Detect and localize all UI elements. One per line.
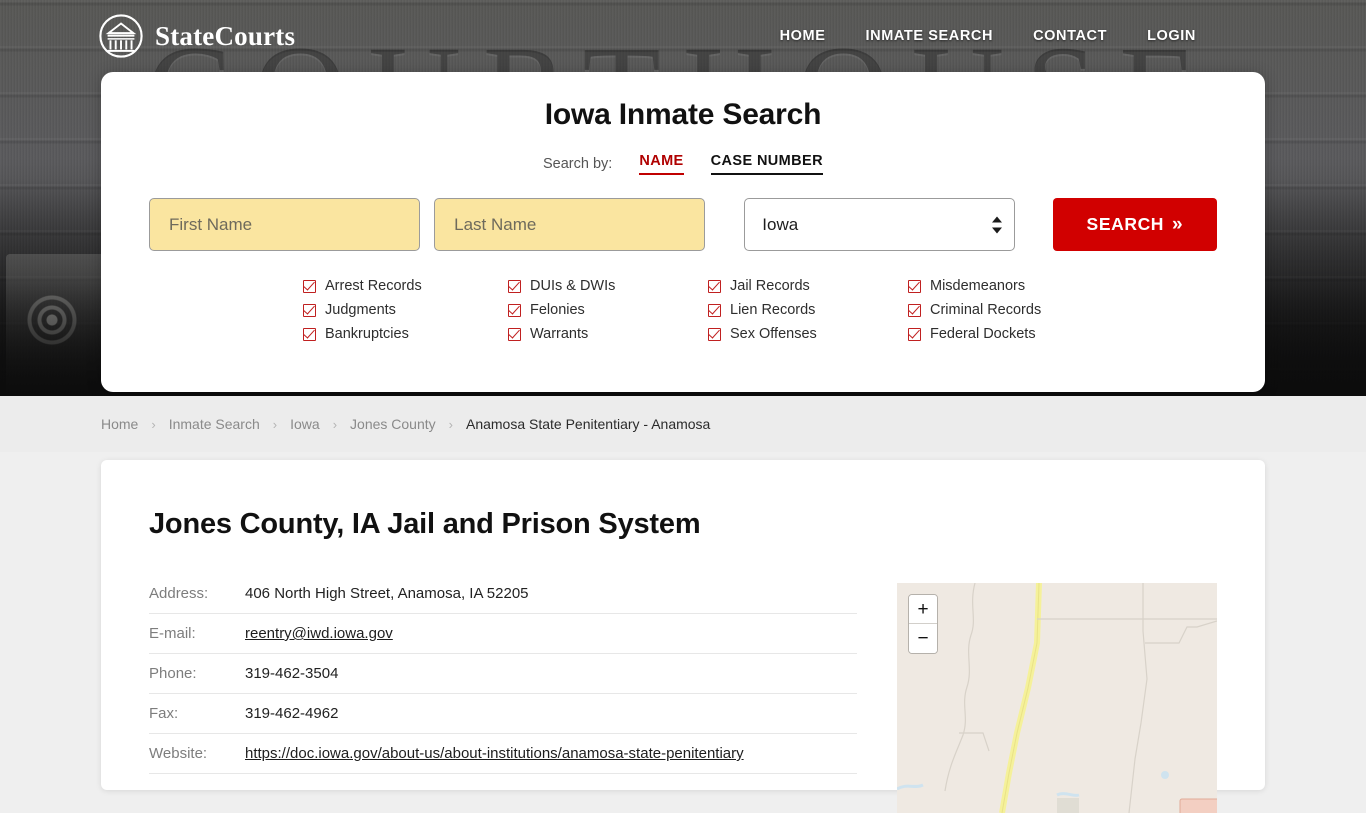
double-chevron-right-icon: » [1172, 214, 1184, 235]
table-row: Phone: 319-462-3504 [149, 654, 857, 694]
row-label: Phone: [149, 665, 197, 682]
courthouse-circle-icon [99, 14, 143, 58]
feature-item: Judgments [303, 301, 508, 319]
brand-logo[interactable]: StateCourts [98, 13, 295, 59]
checkbox-checked-icon [508, 327, 521, 341]
checkbox-checked-icon [303, 327, 316, 341]
page-title: Jones County, IA Jail and Prison System [149, 508, 701, 540]
facility-detail-card: Jones County, IA Jail and Prison System … [101, 460, 1265, 813]
feature-label: Criminal Records [930, 302, 1042, 318]
breadcrumb-item-inmate-search[interactable]: Inmate Search [169, 416, 260, 432]
row-value-fax: 319-462-4962 [245, 705, 339, 722]
checkbox-checked-icon [908, 303, 921, 317]
feature-label: Jail Records [730, 278, 810, 294]
last-name-input[interactable] [434, 198, 706, 251]
checkbox-checked-icon [508, 279, 521, 293]
feature-item: Warrants [508, 325, 708, 343]
row-value-phone: 319-462-3504 [245, 665, 339, 682]
breadcrumb-item-iowa[interactable]: Iowa [290, 416, 320, 432]
feature-item: Federal Dockets [908, 325, 1063, 343]
zoom-out-button[interactable]: − [909, 624, 937, 653]
table-row: Fax: 319-462-4962 [149, 694, 857, 734]
location-map[interactable]: + − [897, 583, 1217, 813]
table-row: E-mail: reentry@iwd.iowa.gov [149, 614, 857, 654]
main-nav: HOME INMATE SEARCH CONTACT LOGIN [760, 22, 1216, 50]
feature-label: Warrants [530, 326, 589, 342]
breadcrumb-separator-icon: › [332, 416, 338, 432]
breadcrumb-item-home[interactable]: Home [101, 416, 138, 432]
feature-label: Arrest Records [325, 278, 422, 294]
checkbox-checked-icon [303, 303, 316, 317]
search-card-title: Iowa Inmate Search [544, 98, 822, 131]
first-name-input[interactable] [149, 198, 421, 251]
row-label: Fax: [149, 705, 179, 722]
row-value-website-link[interactable]: https://doc.iowa.gov/about-us/about-inst… [245, 745, 744, 762]
top-navigation-bar: StateCourts HOME INMATE SEARCH CONTACT L… [0, 0, 1366, 72]
nav-item-login[interactable]: LOGIN [1127, 22, 1216, 50]
feature-item: Sex Offenses [708, 325, 908, 343]
tab-name[interactable]: NAME [639, 153, 684, 175]
feature-item: Bankruptcies [303, 325, 508, 343]
feature-item: Lien Records [708, 301, 908, 319]
feature-label: Felonies [530, 302, 585, 318]
breadcrumb-separator-icon: › [272, 416, 278, 432]
breadcrumb-item-current: Anamosa State Penitentiary - Anamosa [465, 416, 711, 432]
feature-item: Jail Records [708, 277, 908, 295]
row-value-address: 406 North High Street, Anamosa, IA 52205 [245, 585, 529, 602]
nav-item-home[interactable]: HOME [760, 22, 846, 50]
row-label: E-mail: [149, 625, 196, 642]
checkbox-checked-icon [708, 327, 721, 341]
row-value-email-link[interactable]: reentry@iwd.iowa.gov [245, 625, 393, 642]
feature-label: Misdemeanors [930, 278, 1026, 294]
search-form: Iowa SEARCH » [149, 198, 1218, 251]
tab-case-number[interactable]: CASE NUMBER [710, 153, 823, 175]
nav-item-inmate-search[interactable]: INMATE SEARCH [846, 22, 1014, 50]
checkbox-checked-icon [908, 279, 921, 293]
search-button[interactable]: SEARCH » [1052, 198, 1218, 251]
table-row: Address: 406 North High Street, Anamosa,… [149, 583, 857, 614]
feature-label: DUIs & DWIs [530, 278, 616, 294]
breadcrumb-separator-icon: › [448, 416, 453, 432]
feature-label: Federal Dockets [930, 326, 1036, 342]
checkbox-checked-icon [708, 303, 721, 317]
search-by-label: Search by: [543, 156, 613, 172]
state-select[interactable]: Iowa [744, 198, 1015, 251]
breadcrumb-item-jones-county[interactable]: Jones County [350, 416, 436, 432]
table-row: Website: https://doc.iowa.gov/about-us/a… [149, 734, 857, 774]
feature-label: Bankruptcies [325, 326, 409, 342]
zoom-in-button[interactable]: + [909, 595, 937, 624]
search-button-label: SEARCH [1086, 214, 1165, 234]
feature-label: Lien Records [730, 302, 816, 318]
row-label: Website: [149, 745, 208, 762]
checkbox-checked-icon [303, 279, 316, 293]
detail-body: Address: 406 North High Street, Anamosa,… [149, 583, 1217, 813]
state-select-wrapper: Iowa [744, 198, 1015, 251]
map-zoom-controls: + − [908, 594, 938, 654]
map-tiles [897, 583, 1217, 813]
feature-item: Felonies [508, 301, 708, 319]
feature-item: Criminal Records [908, 301, 1063, 319]
feature-label: Judgments [325, 302, 396, 318]
breadcrumb-separator-icon: › [151, 416, 156, 432]
feature-checklist: Arrest Records DUIs & DWIs Jail Records … [303, 277, 1063, 343]
breadcrumb: Home › Inmate Search › Iowa › Jones Coun… [0, 396, 1366, 452]
checkbox-checked-icon [908, 327, 921, 341]
checkbox-checked-icon [708, 279, 721, 293]
checkbox-checked-icon [508, 303, 521, 317]
feature-item: Arrest Records [303, 277, 508, 295]
feature-item: DUIs & DWIs [508, 277, 708, 295]
nav-item-contact[interactable]: CONTACT [1013, 22, 1127, 50]
hero-header: COURTHOUSE StateCourts HOME INMATE SEARC… [0, 0, 1366, 396]
feature-item: Misdemeanors [908, 277, 1063, 295]
brand-name: StateCourts [155, 20, 296, 51]
inmate-search-card: Iowa Inmate Search Search by: NAME CASE … [101, 72, 1265, 392]
row-label: Address: [149, 585, 209, 602]
feature-label: Sex Offenses [730, 326, 817, 342]
search-by-tabs: Search by: NAME CASE NUMBER [149, 153, 1217, 175]
facility-info-table: Address: 406 North High Street, Anamosa,… [149, 583, 857, 813]
